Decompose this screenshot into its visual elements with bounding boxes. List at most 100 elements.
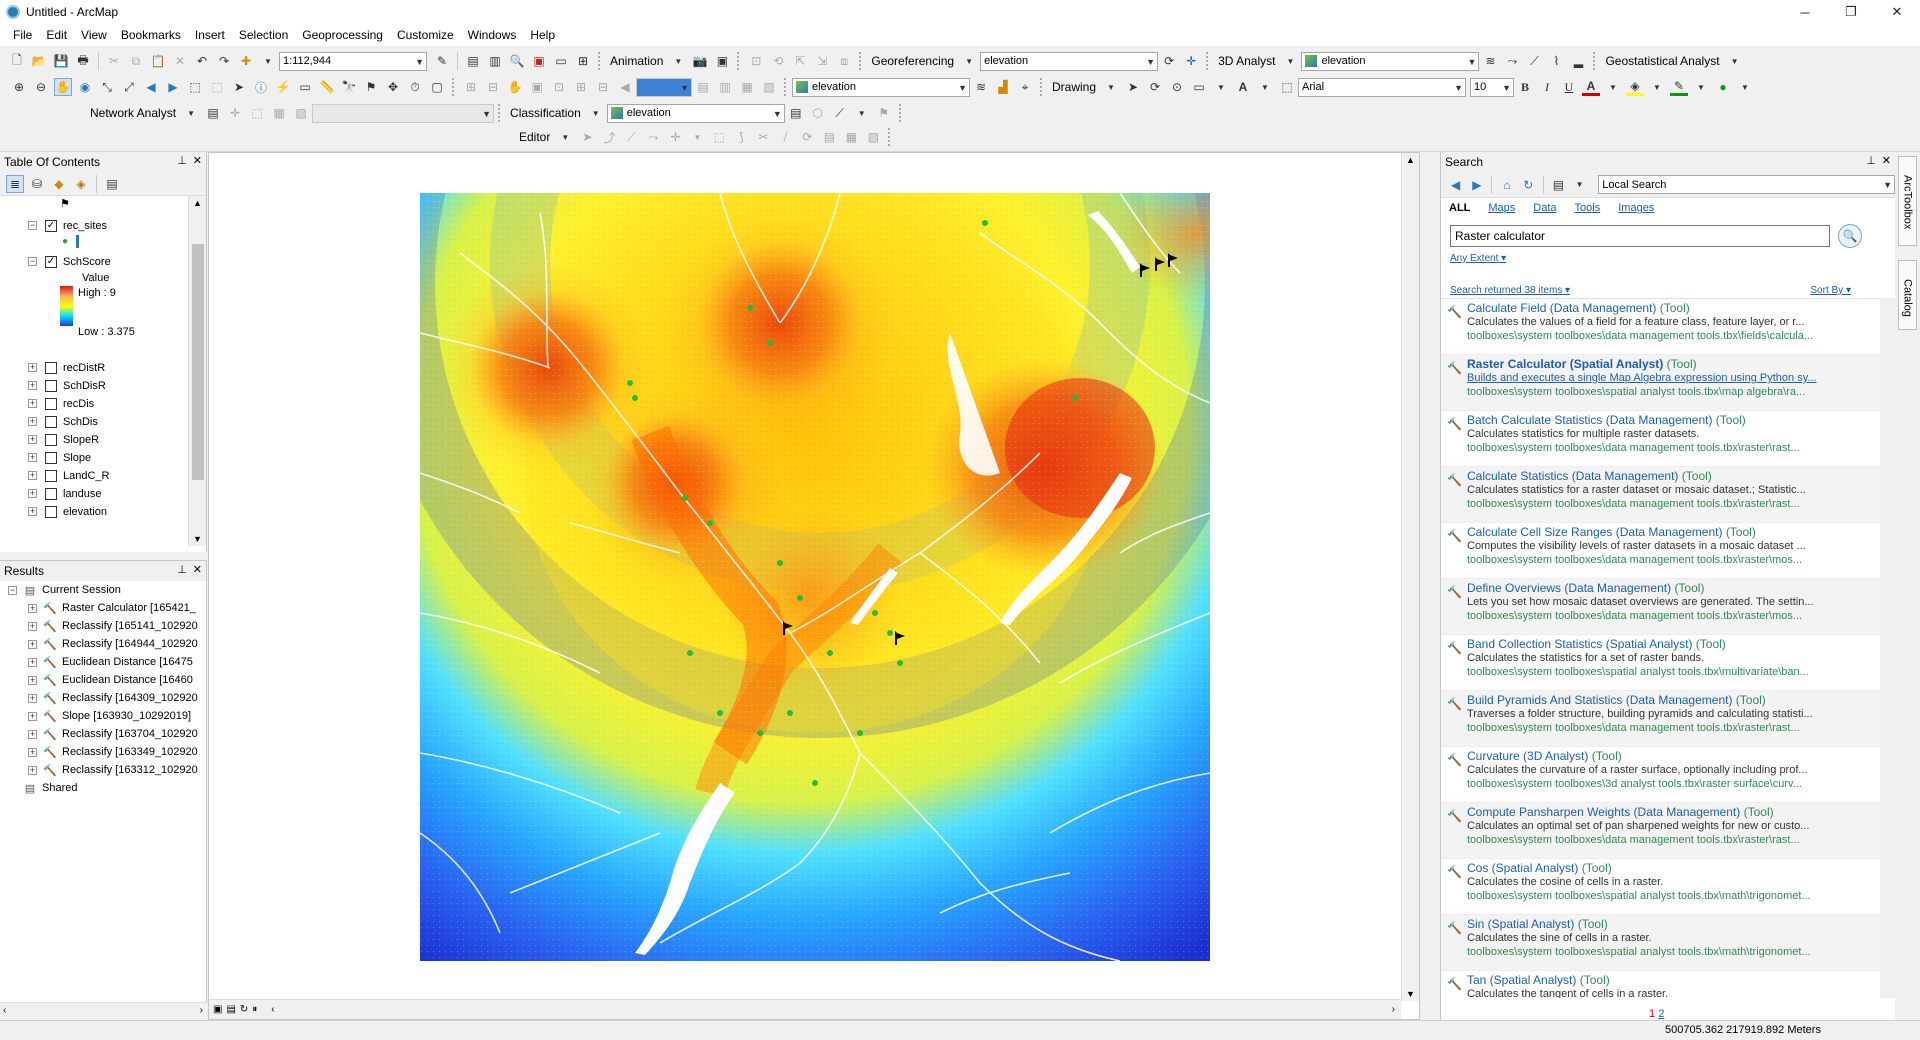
cut-polygons-icon[interactable]: ✂: [754, 128, 772, 146]
map-vertical-scrollbar[interactable]: ▲ ▼: [1401, 153, 1419, 1001]
add-control-points-icon[interactable]: ✛: [1182, 52, 1200, 70]
menu-customize[interactable]: Customize: [390, 28, 461, 42]
result-count-link[interactable]: Search returned 38 items ▾: [1450, 285, 1570, 296]
select-features-icon[interactable]: ⬚: [186, 78, 204, 96]
expand-icon[interactable]: +: [28, 621, 37, 631]
modelbuilder-icon[interactable]: ⊞: [574, 52, 592, 70]
rotate-element-icon[interactable]: ⟳: [1146, 78, 1164, 96]
result-title[interactable]: Batch Calculate Statistics (Data Managem…: [1467, 413, 1746, 427]
spatial-analyst-layer-combo[interactable]: elevation ▼: [792, 77, 970, 97]
result-item[interactable]: + 🔨 Euclidean Distance [16475: [28, 653, 193, 671]
font-size-combo[interactable]: 10 ▼: [1470, 77, 1515, 97]
close-button[interactable]: ✕: [1874, 0, 1920, 24]
search-result-item[interactable]: 🔨 Calculate Field (Data Management) (Too…: [1441, 299, 1881, 355]
search-result-item[interactable]: 🔨 Calculate Cell Size Ranges (Data Manag…: [1441, 523, 1881, 579]
animation-controls-icon[interactable]: ▣: [713, 52, 731, 70]
result-title[interactable]: Tan (Spatial Analyst) (Tool): [1467, 973, 1610, 987]
search-result-item[interactable]: 🔨 Define Overviews (Data Management) (To…: [1441, 579, 1881, 635]
zoom-in-icon[interactable]: ⊕: [10, 78, 28, 96]
expand-icon[interactable]: +: [28, 747, 37, 757]
pause-drawing-icon[interactable]: ⏸: [252, 1004, 257, 1015]
underline-button[interactable]: U: [1560, 78, 1578, 96]
scrollbar-thumb[interactable]: [192, 244, 204, 480]
undo-icon[interactable]: ↶: [193, 52, 211, 70]
expand-icon[interactable]: +: [28, 381, 37, 390]
straight-segment-icon[interactable]: ⟋: [622, 128, 640, 146]
paste-icon[interactable]: 📋: [149, 52, 167, 70]
map-view[interactable]: ▲ ▼ ▣ ▤ ↻ ⏸ ‹ ›: [208, 152, 1420, 1020]
toc-layer-elevation[interactable]: + elevation: [0, 504, 107, 519]
layer-visibility-checkbox[interactable]: ✓: [45, 255, 57, 268]
identify-icon[interactable]: ⓘ: [252, 78, 270, 96]
network-dataset-combo[interactable]: ▼: [312, 103, 495, 123]
interpolate-line-icon[interactable]: ⌇: [1547, 52, 1565, 70]
change-layout-icon[interactable]: ▦: [738, 78, 756, 96]
expand-icon[interactable]: +: [28, 765, 37, 775]
search-result-item[interactable]: 🔨 Compute Pansharpen Weights (Data Manag…: [1441, 803, 1881, 859]
georef-shift-icon[interactable]: ⇱: [791, 52, 809, 70]
menu-view[interactable]: View: [74, 28, 114, 42]
go-to-xy-icon[interactable]: ✥: [384, 78, 402, 96]
catalog-window-icon[interactable]: ▥: [486, 52, 504, 70]
toc-layer-rec-sites[interactable]: − ✓ rec_sites: [0, 218, 107, 233]
python-window-icon[interactable]: ▭: [552, 52, 570, 70]
data-driven-pages-icon[interactable]: ▧: [760, 78, 778, 96]
expand-icon[interactable]: +: [28, 639, 37, 649]
toolbar-grip[interactable]: [452, 78, 456, 96]
sort-by-link[interactable]: Sort By ▾: [1810, 285, 1851, 296]
page-1-link[interactable]: 1: [1649, 1008, 1655, 1020]
refresh-icon[interactable]: ↻: [1520, 176, 1537, 194]
pixel-inspector-icon[interactable]: ⌖: [1016, 78, 1034, 96]
result-item[interactable]: + 🔨 Slope [163930_10292019]: [28, 707, 191, 725]
pin-icon[interactable]: ⊥: [177, 154, 187, 167]
collapse-icon[interactable]: −: [28, 257, 37, 266]
list-by-visibility-icon[interactable]: ◆: [50, 175, 68, 193]
polygon-dropdown-icon[interactable]: ⟋: [831, 104, 849, 122]
search-result-item[interactable]: 🔨 Sin (Spatial Analyst) (Tool) Calculate…: [1441, 915, 1881, 971]
search-result-item[interactable]: 🔨 Tan (Spatial Analyst) (Tool) Calculate…: [1441, 971, 1881, 998]
layout-back-icon[interactable]: ◀: [616, 78, 634, 96]
layout-tool-icon[interactable]: ⊡: [747, 52, 765, 70]
edit-vertices-tool-icon[interactable]: ⬚: [710, 128, 728, 146]
expand-icon[interactable]: +: [28, 675, 37, 685]
solve-icon[interactable]: ▦: [270, 104, 288, 122]
zoom-out-icon[interactable]: ⊖: [32, 78, 50, 96]
menu-windows[interactable]: Windows: [461, 28, 524, 42]
rotate-tool-icon[interactable]: ⟳: [1160, 52, 1178, 70]
zoom-100-icon[interactable]: ⊡: [550, 78, 568, 96]
expand-icon[interactable]: +: [28, 693, 37, 703]
bold-button[interactable]: B: [1516, 78, 1534, 96]
training-sample-manager-icon[interactable]: ▤: [787, 104, 805, 122]
search-result-item[interactable]: 🔨 Build Pyramids And Statistics (Data Ma…: [1441, 691, 1881, 747]
pin-icon[interactable]: ⊥: [1866, 154, 1876, 167]
select-network-location-icon[interactable]: ⬚: [248, 104, 266, 122]
layout-zoom-in-icon[interactable]: ⊞: [462, 78, 480, 96]
find-icon[interactable]: 🔭: [340, 78, 358, 96]
data-view-icon[interactable]: ▣: [213, 1004, 222, 1015]
layer-visibility-checkbox[interactable]: [45, 433, 57, 446]
result-title[interactable]: Curvature (3D Analyst) (Tool): [1467, 749, 1622, 763]
expand-icon[interactable]: +: [28, 363, 37, 372]
time-slider-icon[interactable]: ⏱: [406, 78, 424, 96]
new-document-icon[interactable]: 🗋: [8, 52, 26, 70]
fill-color-icon[interactable]: ◈: [1626, 78, 1645, 96]
layout-view-icon[interactable]: ▤: [226, 1004, 235, 1015]
result-item[interactable]: + 🔨 Reclassify [163704_102920: [28, 725, 198, 743]
collapse-icon[interactable]: −: [8, 585, 17, 595]
menu-selection[interactable]: Selection: [232, 28, 295, 42]
tab-images[interactable]: Images: [1618, 202, 1654, 214]
search-result-item[interactable]: 🔨 Raster Calculator (Spatial Analyst) (T…: [1441, 355, 1881, 411]
scroll-down-icon[interactable]: ▼: [193, 534, 202, 544]
arctoolbox-icon[interactable]: ▣: [530, 52, 548, 70]
fixed-zoom-out-icon[interactable]: ⤢: [120, 78, 138, 96]
menu-edit[interactable]: Edit: [39, 28, 74, 42]
layer-visibility-checkbox[interactable]: [45, 451, 57, 464]
search-button[interactable]: 🔍: [1838, 224, 1862, 248]
font-color-icon[interactable]: A: [1582, 78, 1601, 96]
copy-icon[interactable]: ⧉: [127, 52, 145, 70]
create-viewer-window-icon[interactable]: ▢: [428, 78, 446, 96]
tab-data[interactable]: Data: [1533, 202, 1556, 214]
result-item[interactable]: + 🔨 Reclassify [163312_102920: [28, 761, 198, 779]
scroll-up-icon[interactable]: ▲: [193, 198, 202, 208]
toolbar-grip[interactable]: [498, 104, 502, 122]
